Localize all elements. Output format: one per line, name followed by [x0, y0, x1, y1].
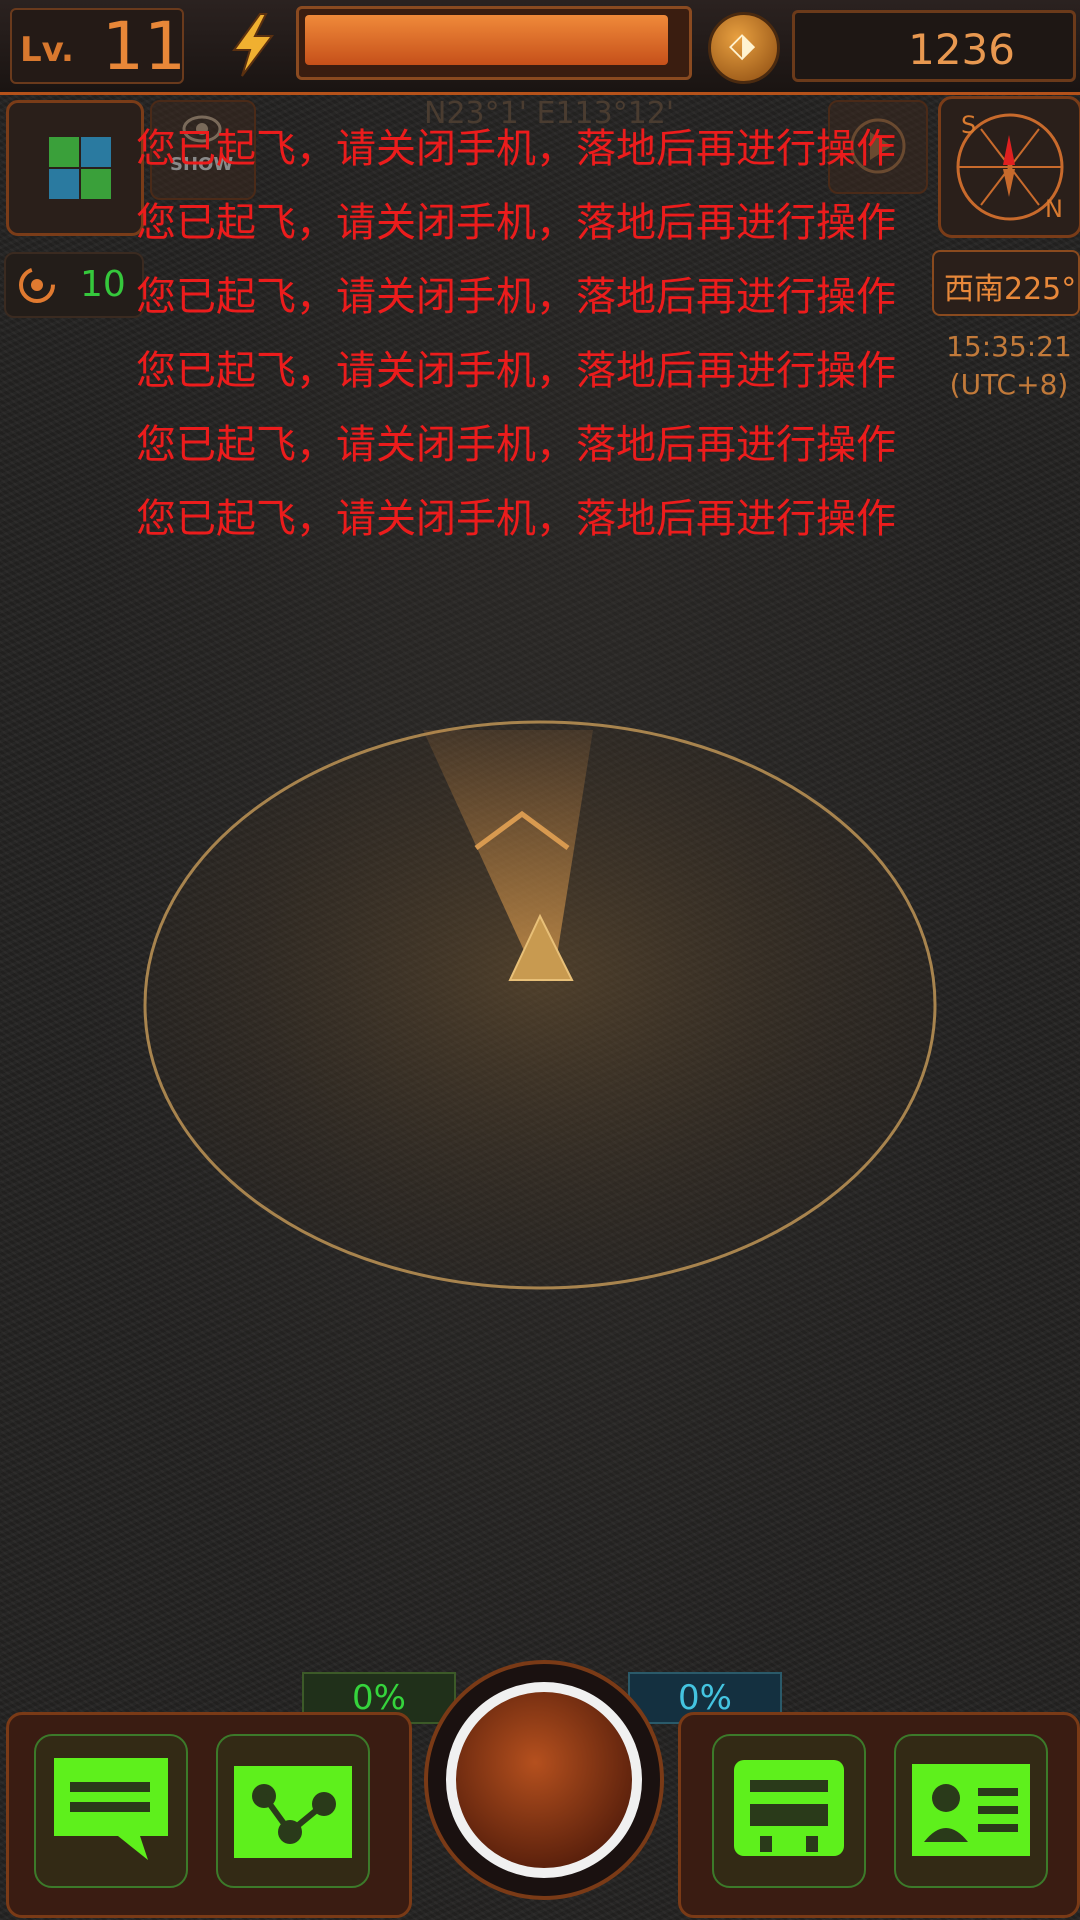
- compass-icon: S N: [956, 111, 1064, 223]
- energy-bar: [296, 6, 692, 80]
- energy-bar-fill: [305, 15, 668, 65]
- device-icon: [734, 1760, 844, 1856]
- device-button[interactable]: [712, 1734, 866, 1888]
- rotate-icon: [19, 267, 55, 303]
- message-line: 您已起飞，请关闭手机，落地后再进行操作: [136, 274, 896, 320]
- grid-icon: [49, 137, 79, 167]
- profile-button[interactable]: [894, 1734, 1048, 1888]
- clock-time: 15:35:21: [946, 330, 1072, 363]
- level-label: Lv.: [20, 30, 74, 70]
- boost-count: 10: [80, 264, 126, 305]
- chat-icon: [54, 1758, 168, 1860]
- message-line: 您已起飞，请关闭手机，落地后再进行操作: [136, 126, 896, 172]
- coin-amount: 1236: [908, 25, 1015, 74]
- message-line: 您已起飞，请关闭手机，落地后再进行操作: [136, 200, 896, 246]
- globe-button[interactable]: [424, 1660, 664, 1900]
- grid-icon-cell: [81, 137, 111, 167]
- grid-icon-cell: [81, 169, 111, 199]
- chat-button[interactable]: [34, 1734, 188, 1888]
- message-line: 您已起飞，请关闭手机，落地后再进行操作: [136, 422, 896, 468]
- heading-readout: 西南225°: [932, 250, 1080, 316]
- message-line: 您已起飞，请关闭手机，落地后再进行操作: [136, 496, 896, 542]
- globe-icon: [446, 1682, 642, 1878]
- level-value: 11: [102, 8, 186, 85]
- coin-counter: 1236: [792, 10, 1076, 82]
- coin-icon: ⬗: [708, 12, 780, 84]
- route-button[interactable]: [216, 1734, 370, 1888]
- level-badge: Lv. 11: [10, 8, 186, 85]
- route-icon: [234, 1766, 352, 1858]
- boost-counter-button[interactable]: 10: [4, 252, 144, 318]
- compass-north-label: N: [1045, 195, 1063, 223]
- clock: 15:35:21 (UTC+8): [940, 328, 1078, 404]
- compass-button[interactable]: S N: [938, 96, 1080, 238]
- heading-value: 西南225°: [944, 272, 1077, 307]
- top-status-bar: Lv. 11 ⬗ 1236: [0, 0, 1080, 95]
- message-log: 您已起飞，请关闭手机，落地后再进行操作 您已起飞，请关闭手机，落地后再进行操作 …: [136, 112, 896, 556]
- radar-view: [143, 720, 937, 1290]
- grid-icon-cell: [49, 169, 79, 199]
- clock-timezone: (UTC+8): [949, 368, 1069, 401]
- lightning-icon: [232, 13, 274, 77]
- message-line: 您已起飞，请关闭手机，落地后再进行操作: [136, 348, 896, 394]
- grid-menu-button[interactable]: [6, 100, 144, 236]
- profile-card-icon: [912, 1764, 1030, 1856]
- compass-south-label: S: [961, 111, 976, 139]
